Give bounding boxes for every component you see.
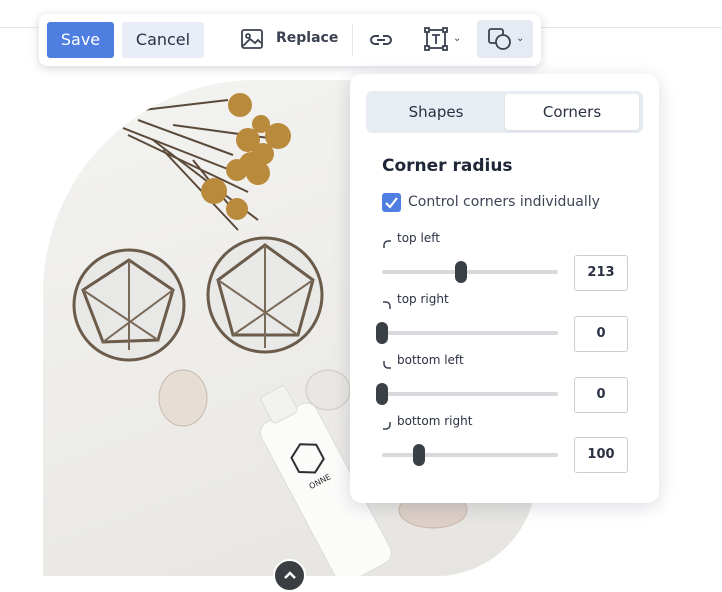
top-right-slider-thumb[interactable] xyxy=(376,322,388,344)
tab-corners[interactable]: Corners xyxy=(505,94,639,130)
link-icon[interactable] xyxy=(369,29,393,55)
shapes-button[interactable]: ⌄ xyxy=(477,20,533,58)
bottom-right-slider-thumb[interactable] xyxy=(413,444,425,466)
text-frame-icon[interactable] xyxy=(424,27,448,55)
corner-bottom-left-icon xyxy=(382,355,392,374)
replace-button[interactable]: Replace xyxy=(276,30,338,46)
panel-tabs: Shapes Corners xyxy=(366,91,643,133)
corner-label-bottom-left: bottom left xyxy=(397,353,464,367)
chevron-down-icon[interactable]: ⌄ xyxy=(453,33,461,44)
cancel-button[interactable]: Cancel xyxy=(122,22,204,58)
bottom-left-slider-thumb[interactable] xyxy=(376,383,388,405)
bottom-left-slider[interactable] xyxy=(382,392,558,396)
image-toolbar: Save Cancel Replace ⌄ ⌄ xyxy=(39,14,541,66)
corner-bottom-right-icon xyxy=(382,416,392,435)
individual-corners-checkbox[interactable] xyxy=(382,193,401,212)
corner-label-top-right: top right xyxy=(397,292,449,306)
bottom-right-slider[interactable] xyxy=(382,453,558,457)
chevron-down-icon: ⌄ xyxy=(516,33,525,44)
section-title: Corner radius xyxy=(382,156,513,176)
chevron-up-icon xyxy=(284,571,296,579)
tab-shapes[interactable]: Shapes xyxy=(369,94,503,130)
top-left-input[interactable]: 213 xyxy=(574,255,628,291)
top-left-slider-thumb[interactable] xyxy=(455,261,467,283)
save-button[interactable]: Save xyxy=(47,22,114,58)
shapes-icon xyxy=(487,27,513,55)
top-left-slider[interactable] xyxy=(382,270,558,274)
corner-label-bottom-right: bottom right xyxy=(397,414,473,428)
top-right-input[interactable]: 0 xyxy=(574,316,628,352)
corner-top-left-icon xyxy=(382,234,392,253)
corner-label-top-left: top left xyxy=(397,231,440,245)
toolbar-divider xyxy=(352,24,353,56)
corner-top-right-icon xyxy=(382,295,392,314)
bottom-left-input[interactable]: 0 xyxy=(574,377,628,413)
individual-corners-label[interactable]: Control corners individually xyxy=(408,194,600,210)
collapse-button[interactable] xyxy=(273,559,306,592)
image-icon[interactable] xyxy=(240,27,264,55)
top-right-slider[interactable] xyxy=(382,331,558,335)
corner-radius-panel: Shapes Corners Corner radius Control cor… xyxy=(350,74,659,503)
bottom-right-input[interactable]: 100 xyxy=(574,437,628,473)
